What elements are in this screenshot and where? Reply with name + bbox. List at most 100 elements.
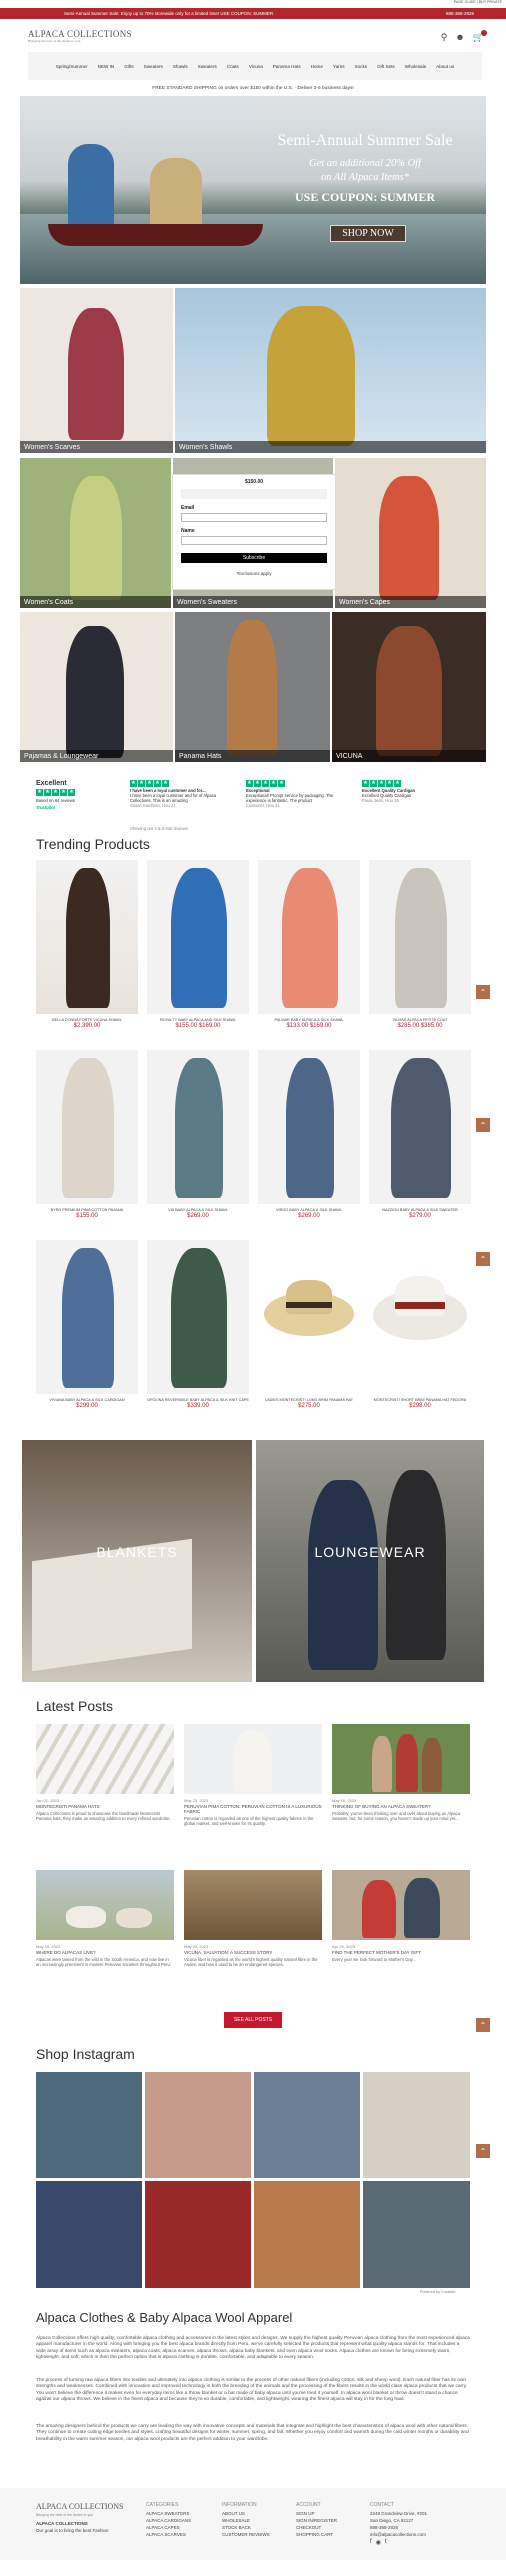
product-name[interactable]: PALMAR BABY ALPACA & SILK SHAWL [258, 1018, 360, 1022]
product-card[interactable]: MONTECRISTI SHORT BRIM PANAMA HAT FEDORA… [369, 1240, 471, 1409]
product-card[interactable]: VIRGO BABY ALPACA & SILK SHAWL $269.00 [258, 1050, 360, 1219]
product-card[interactable]: BYRD PREMIUM PIMA COTTON PAJAMA $155.00 [36, 1050, 138, 1219]
product-image[interactable] [369, 1240, 471, 1394]
product-name[interactable]: VIRGO BABY ALPACA & SILK SHAWL [258, 1208, 360, 1212]
product-name[interactable]: BYRD PREMIUM PIMA COTTON PAJAMA [36, 1208, 138, 1212]
post-title[interactable]: WHERE DO ALPACAS LIVE? [36, 1950, 174, 1955]
blog-post-card[interactable]: May 23, 2023 PERUVIAN PIMA COTTON: PERUV… [184, 1724, 322, 1827]
footer-link[interactable]: STOCK BACK [222, 2525, 270, 2530]
nav-item[interactable]: Shawls [173, 64, 188, 69]
product-image[interactable] [369, 860, 471, 1014]
product-card[interactable]: PALMAR BABY ALPACA & SILK SHAWL $133.00 … [258, 860, 360, 1029]
category-tile[interactable]: VICUNA [332, 612, 486, 762]
product-image[interactable] [147, 860, 249, 1014]
hero-banner[interactable]: Semi-Annual Summer Sale Get an additiona… [20, 96, 486, 284]
footer-link[interactable]: ALPACA SCARVES [146, 2532, 191, 2537]
nav-item[interactable]: Wholesale [405, 64, 426, 69]
product-card[interactable]: BELLA DONNA FORTE VICUNA SHAWL $2,390.00 [36, 860, 138, 1029]
blankets-banner[interactable]: BLANKETS [22, 1440, 252, 1682]
product-card[interactable]: NAZZIOU BABY ALPACA & SILK SWEATER $279.… [369, 1050, 471, 1219]
phone-number[interactable]: 888-368-2926 [446, 11, 474, 16]
scroll-up-button[interactable]: ⌃ [476, 2018, 490, 2032]
nav-item[interactable]: Gift Sets [377, 64, 395, 69]
product-card[interactable]: VILMAS ALPACA PETITE COAT $285.00 $385.0… [369, 860, 471, 1029]
post-image[interactable] [332, 1870, 470, 1940]
nav-item[interactable]: Coats [227, 64, 239, 69]
nav-item[interactable]: Spring/Summer [56, 64, 88, 69]
footer-link[interactable]: ABOUT US [222, 2511, 270, 2516]
post-title[interactable]: PERUVIAN PIMA COTTON: PERUVIAN COTTON IS… [184, 1804, 322, 1814]
footer-link[interactable]: WHOLESALE [222, 2518, 270, 2523]
scroll-up-button[interactable]: ⌃ [476, 2144, 490, 2158]
product-image[interactable] [36, 1050, 138, 1204]
contact-email[interactable]: info@alpacacollections.com [370, 2532, 427, 2537]
post-image[interactable] [36, 1724, 174, 1794]
nav-item[interactable]: Sweaters [198, 64, 217, 69]
product-name[interactable]: ROYALTY BABY ALPACA AND SILK SHAWL [147, 1018, 249, 1022]
product-image[interactable] [258, 860, 360, 1014]
product-image[interactable] [147, 1050, 249, 1204]
post-image[interactable] [184, 1724, 322, 1794]
category-tile[interactable]: Panama Hats [175, 612, 330, 762]
shop-now-button[interactable]: SHOP NOW [330, 225, 406, 242]
category-tile[interactable]: Women's Coats [20, 458, 171, 608]
product-card[interactable]: LADIES MONTECRISTI LONG BRIM PANAMA HAT … [258, 1240, 360, 1409]
product-name[interactable]: MONTECRISTI SHORT BRIM PANAMA HAT FEDORA [369, 1398, 471, 1402]
nav-item[interactable]: Socks [355, 64, 368, 69]
product-card[interactable]: VIA BABY ALPACA & SILK SHAWL $269.00 [147, 1050, 249, 1219]
scroll-up-button[interactable]: ⌃ [476, 1118, 490, 1132]
product-image[interactable] [36, 860, 138, 1014]
product-card[interactable]: ROYALTY BABY ALPACA AND SILK SHAWL $155.… [147, 860, 249, 1029]
category-tile[interactable]: Women's Scarves [20, 288, 173, 453]
nav-item[interactable]: Vicuna [249, 64, 263, 69]
product-name[interactable]: VIA BABY ALPACA & SILK SHAWL [147, 1208, 249, 1212]
footer-link[interactable]: SHOPPING CART [296, 2532, 337, 2537]
review-card[interactable]: ★ ★ ★ ★ ★ I have been a loyal customer and f… [130, 780, 238, 808]
see-all-posts-button[interactable]: SEE ALL POSTS [224, 2012, 282, 2028]
blog-post-card[interactable]: May 05, 2023 WHERE DO ALPACAS LIVE? Alpa… [36, 1870, 174, 1968]
product-card[interactable]: VIVIANA BABY ALPACA & SILK CARDIGAN $299… [36, 1240, 138, 1409]
product-name[interactable]: VIVIANA BABY ALPACA & SILK CARDIGAN [36, 1398, 138, 1402]
category-tile[interactable]: Pajamas & Loungewear [20, 612, 173, 762]
instagram-photo[interactable] [36, 2072, 142, 2178]
post-image[interactable] [332, 1724, 470, 1794]
review-card[interactable]: ★ ★ ★ ★ ★ Excellent Quality Cardigan Excelle… [362, 780, 462, 803]
product-image[interactable] [258, 1050, 360, 1204]
search-icon[interactable]: ⚲ [441, 32, 448, 43]
name-field[interactable] [181, 536, 327, 545]
post-title[interactable]: THINKING OF BUYING AN ALPACA SWEATER? [332, 1804, 470, 1809]
instagram-photo[interactable] [145, 2181, 251, 2288]
footer-link[interactable]: CUSTOMER REVIEWS [222, 2532, 270, 2537]
top-corner-links[interactable]: PAGE GUIDE / BUY PRIVATE [454, 0, 502, 4]
product-image[interactable] [147, 1240, 249, 1394]
blog-post-card[interactable]: May 02, 2023 VICUNA, SALVATION: A SUCCES… [184, 1870, 322, 1968]
instagram-photo[interactable] [363, 2072, 470, 2178]
loungewear-banner[interactable]: LOUNGEWEAR [256, 1440, 484, 1682]
instagram-icon[interactable]: ◉ [376, 2539, 381, 2546]
nav-item[interactable]: About us [436, 64, 454, 69]
post-image[interactable] [36, 1870, 174, 1940]
footer-link[interactable]: ALPACA CAPES [146, 2525, 191, 2530]
facebook-icon[interactable]: f [370, 2539, 372, 2546]
category-tile[interactable]: Women's Shawls [175, 288, 486, 453]
scroll-up-button[interactable]: ⌃ [476, 985, 490, 999]
nav-item[interactable]: Gifts [124, 64, 133, 69]
promo-text[interactable]: Semi-Annual Summer Sale: Enjoy up to 70%… [64, 11, 273, 16]
product-image[interactable] [36, 1240, 138, 1394]
post-title[interactable]: MONTECRISTI PANAMA HATS [36, 1804, 174, 1809]
post-title[interactable]: VICUNA, SALVATION: A SUCCESS STORY [184, 1950, 322, 1955]
blog-post-card[interactable]: Apr 29, 2023 FIND THE PERFECT MOTHER'S D… [332, 1870, 470, 1962]
product-name[interactable]: VILMAS ALPACA PETITE COAT [369, 1018, 471, 1022]
footer-link[interactable]: CHECKOUT [296, 2525, 337, 2530]
subscribe-button[interactable]: Subscribe [181, 553, 327, 563]
nav-item[interactable]: Yarns [333, 64, 345, 69]
review-card[interactable]: ★ ★ ★ ★ ★ Exceptional Exceptional! Prompt se… [246, 780, 354, 808]
product-name[interactable]: LADIES MONTECRISTI LONG BRIM PANAMA HAT [258, 1398, 360, 1402]
email-field[interactable] [181, 513, 327, 522]
scroll-up-button[interactable]: ⌃ [476, 1252, 490, 1266]
instagram-photo[interactable] [254, 2181, 360, 2288]
product-image[interactable] [258, 1240, 360, 1394]
product-name[interactable]: NAZZIOU BABY ALPACA & SILK SWEATER [369, 1208, 471, 1212]
instagram-photo[interactable] [254, 2072, 360, 2178]
nav-item[interactable]: Sweaters [144, 64, 163, 69]
